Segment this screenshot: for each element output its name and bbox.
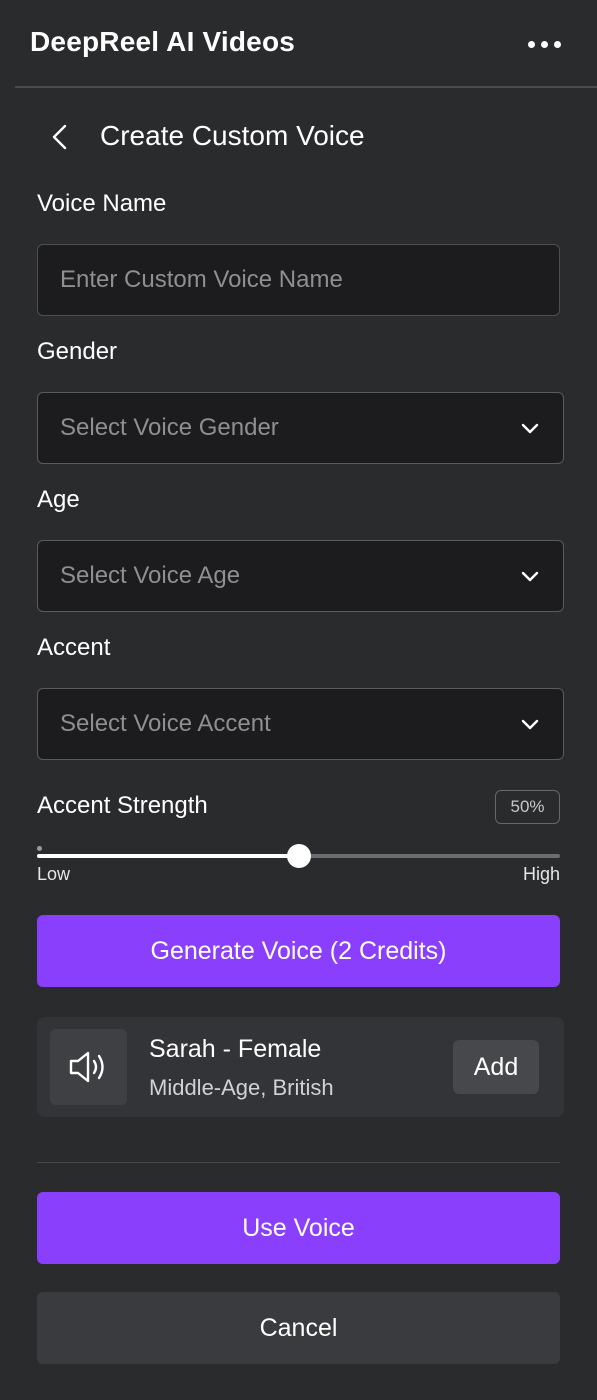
accent-select[interactable]: Select Voice Accent — [37, 688, 564, 760]
gender-label: Gender — [37, 338, 118, 365]
more-horizontal-icon[interactable] — [528, 34, 564, 54]
divider — [37, 1162, 560, 1163]
slider-fill — [37, 854, 299, 858]
slider-min-dot — [37, 846, 42, 851]
age-select[interactable]: Select Voice Age — [37, 540, 564, 612]
use-voice-button[interactable]: Use Voice — [37, 1192, 560, 1264]
speaker-icon — [69, 1051, 104, 1083]
accent-strength-slider[interactable] — [37, 844, 560, 868]
chevron-down-icon — [521, 423, 539, 434]
play-voice-button[interactable] — [50, 1029, 127, 1105]
gender-select-placeholder: Select Voice Gender — [60, 414, 279, 441]
accent-strength-label: Accent Strength — [37, 792, 208, 819]
app-title: DeepReel AI Videos — [30, 26, 296, 57]
page-title: Create Custom Voice — [100, 120, 365, 151]
chevron-left-icon[interactable] — [44, 120, 78, 154]
voice-meta: Middle-Age, British — [149, 1075, 334, 1100]
header-divider — [15, 86, 597, 88]
slider-thumb[interactable] — [286, 844, 311, 868]
cancel-button[interactable]: Cancel — [37, 1292, 560, 1364]
age-label: Age — [37, 486, 80, 513]
generate-voice-button[interactable]: Generate Voice (2 Credits) — [37, 915, 560, 987]
slider-min-label: Low — [37, 864, 71, 884]
accent-select-placeholder: Select Voice Accent — [60, 710, 271, 737]
accent-strength-value-badge: 50% — [495, 790, 560, 824]
voice-name-label: Voice Name — [37, 190, 167, 217]
voice-name: Sarah - Female — [149, 1035, 322, 1063]
accent-label: Accent — [37, 634, 111, 661]
voice-result-card: Sarah - Female Middle-Age, British Add — [37, 1017, 564, 1117]
gender-select[interactable]: Select Voice Gender — [37, 392, 564, 464]
slider-max-label: High — [522, 864, 560, 884]
voice-name-input[interactable] — [37, 244, 560, 316]
age-select-placeholder: Select Voice Age — [60, 562, 241, 589]
add-voice-button[interactable]: Add — [453, 1040, 539, 1094]
chevron-down-icon — [521, 571, 539, 582]
chevron-down-icon — [521, 719, 539, 730]
